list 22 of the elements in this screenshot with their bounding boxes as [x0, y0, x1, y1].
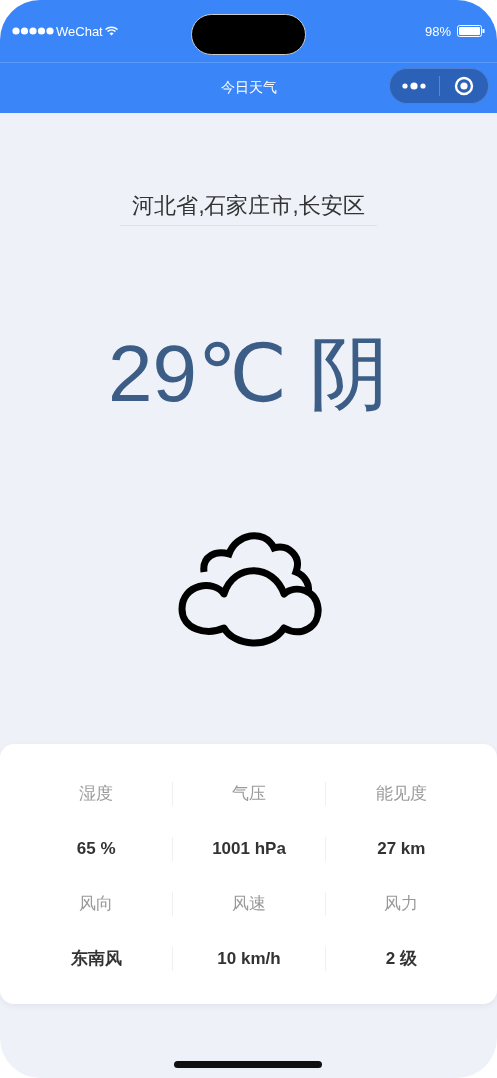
stat-value: 27 km: [377, 838, 426, 859]
more-icon: [402, 82, 427, 90]
stat-value: 2 级: [385, 948, 417, 970]
battery-icon: [457, 25, 485, 37]
stat-label: 能见度: [375, 783, 427, 805]
stat-label: 风力: [384, 893, 419, 915]
temperature-text: 29℃ 阴: [107, 334, 390, 414]
wifi-icon: [104, 26, 118, 36]
battery-percent: 98%: [424, 23, 451, 39]
location-text: 河北省,石家庄市,长安区: [120, 191, 377, 226]
carrier-name: WeChat: [56, 23, 103, 39]
target-icon: [453, 76, 474, 96]
stat-label: 气压: [232, 783, 266, 805]
stat-label: 风速: [232, 893, 266, 915]
stat-value: 65 %: [76, 838, 116, 859]
stat-label: 风向: [79, 893, 114, 915]
stat-label: 湿度: [79, 783, 114, 805]
page-title: 今日天气: [220, 79, 277, 97]
stat-value: 东南风: [70, 948, 122, 970]
signal-icon: [12, 27, 54, 35]
stat-value: 10 km/h: [217, 948, 281, 969]
stat-value: 1001 hPa: [212, 838, 286, 859]
